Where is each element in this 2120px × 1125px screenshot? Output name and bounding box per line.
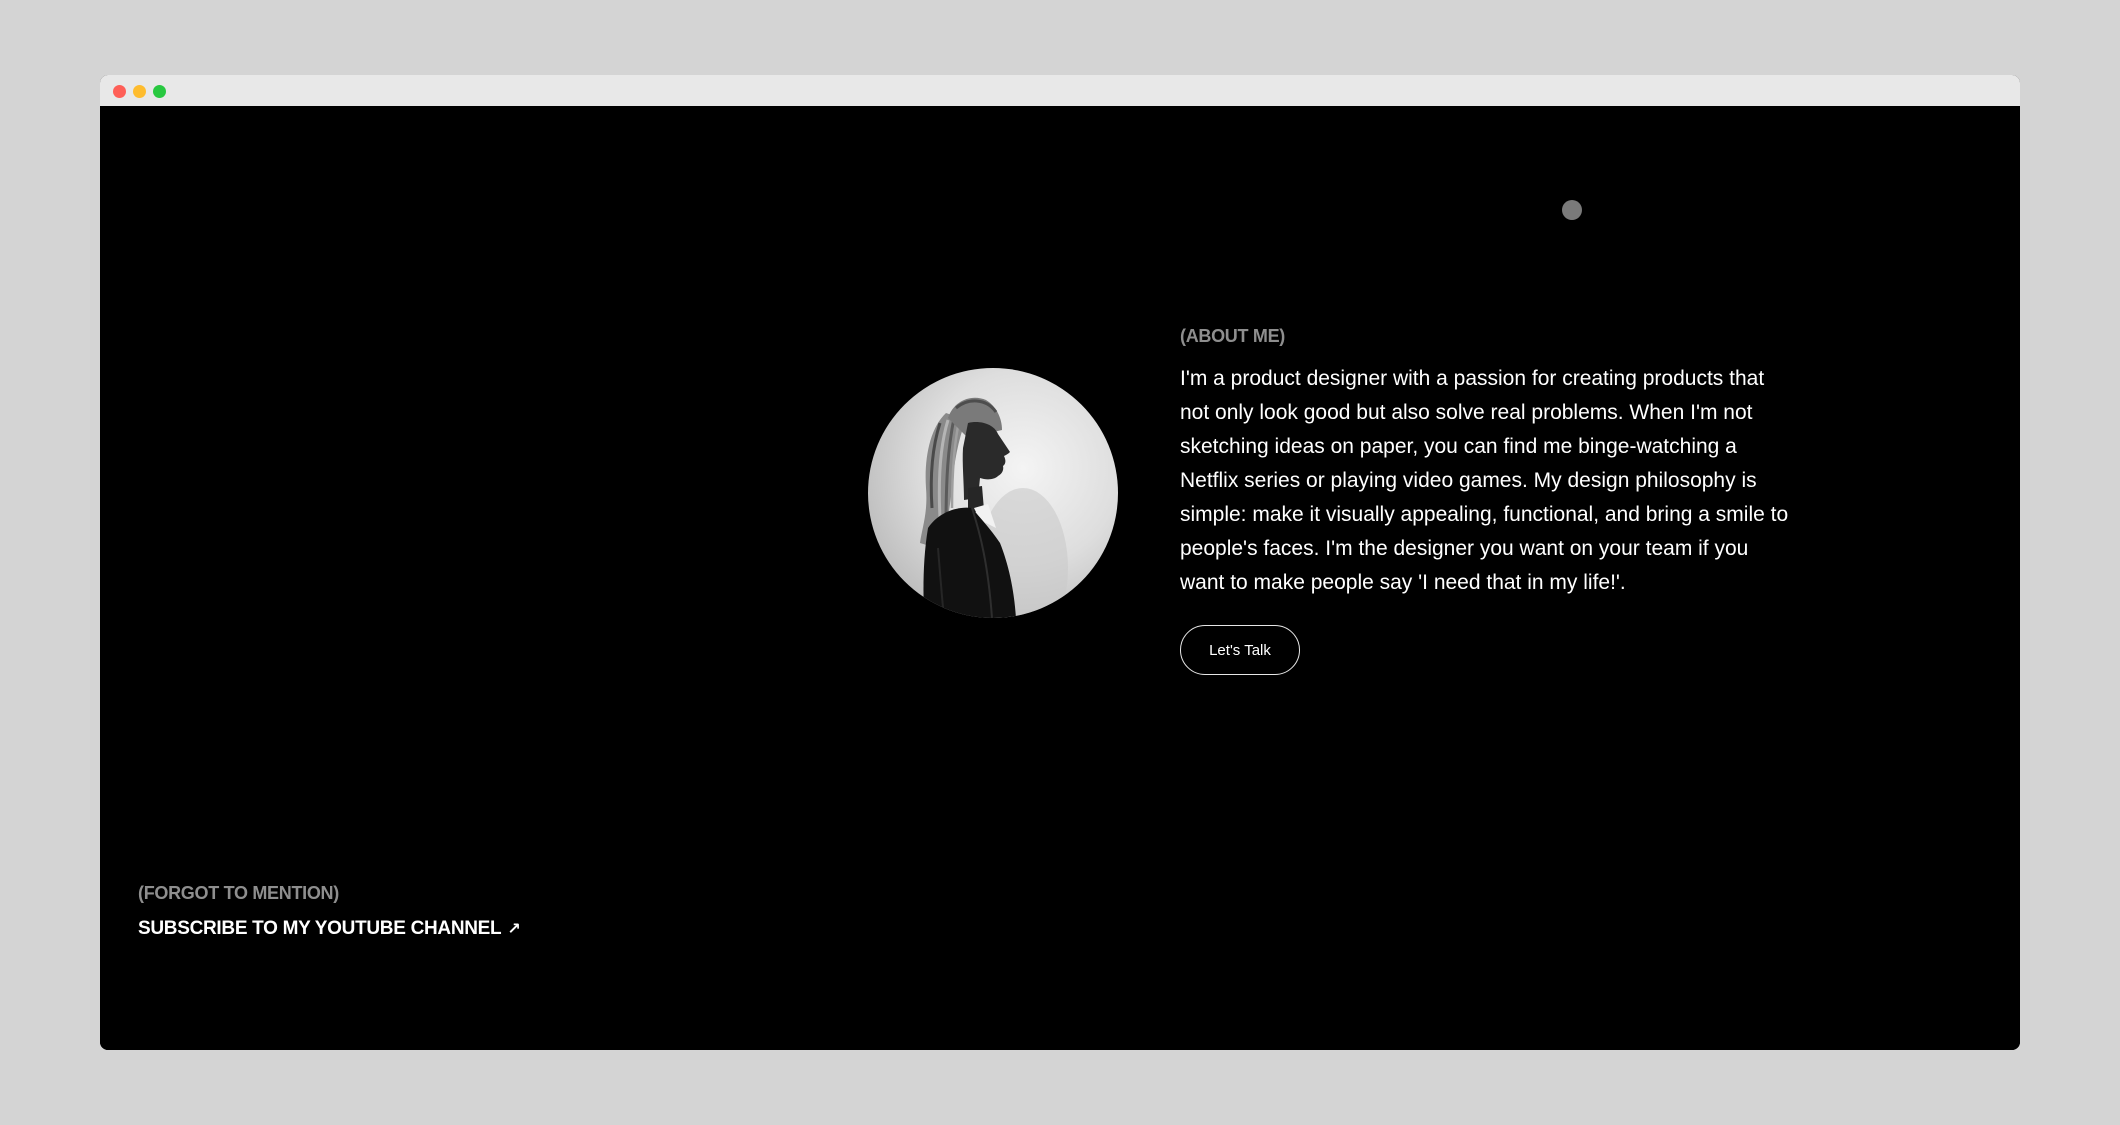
about-description: I'm a product designer with a passion fo… xyxy=(1180,367,1789,594)
window-titlebar xyxy=(100,75,2020,106)
close-window-button[interactable] xyxy=(113,85,126,98)
forgot-section-label: (FORGOT TO MENTION) xyxy=(138,883,339,903)
arrow-up-right-icon: ↗ xyxy=(507,921,521,938)
cursor-dot-icon xyxy=(1562,200,1582,220)
browser-window: (ABOUT ME) I'm a product designer with a… xyxy=(100,75,2020,1050)
youtube-link-text: SUBSCRIBE TO MY YOUTUBE CHANNEL xyxy=(138,918,502,939)
lets-talk-button[interactable]: Let's Talk xyxy=(1180,625,1300,675)
page-viewport: (ABOUT ME) I'm a product designer with a… xyxy=(100,106,2020,1050)
profile-portrait-icon xyxy=(868,368,1118,618)
maximize-window-button[interactable] xyxy=(153,85,166,98)
minimize-window-button[interactable] xyxy=(133,85,146,98)
portrait-illustration xyxy=(920,397,1068,618)
about-section-label: (ABOUT ME) xyxy=(1180,326,1285,346)
youtube-subscribe-link[interactable]: SUBSCRIBE TO MY YOUTUBE CHANNEL ↗ xyxy=(138,918,521,940)
